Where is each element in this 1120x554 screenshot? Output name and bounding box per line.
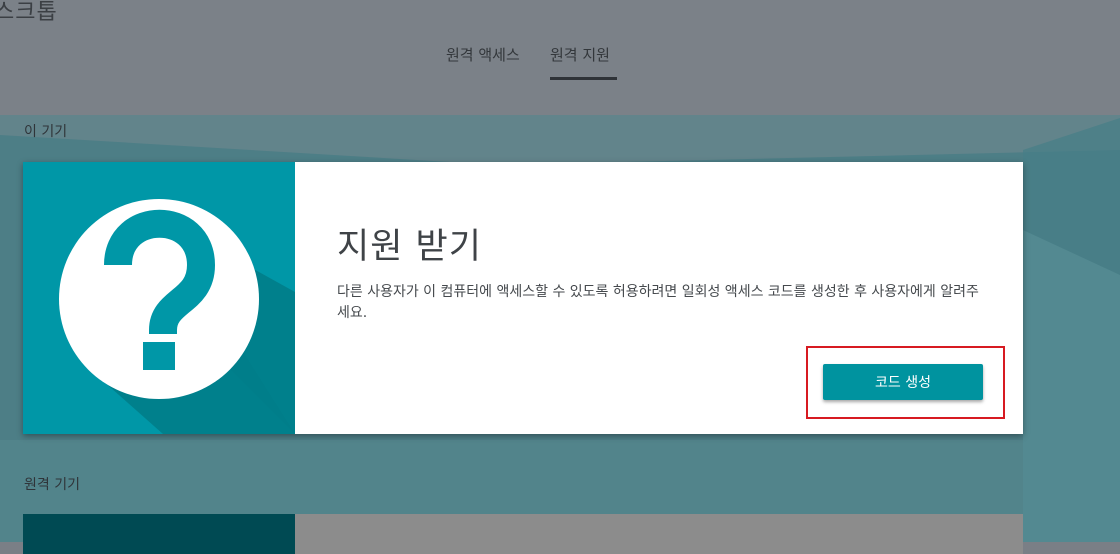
card-art xyxy=(23,162,295,434)
card-description: 다른 사용자가 이 컴퓨터에 액세스할 수 있도록 허용하려면 일회성 액세스 … xyxy=(337,284,979,321)
section-label-remote-devices: 원격 기기 xyxy=(24,477,80,493)
tab-remote-access[interactable]: 원격 액세스 xyxy=(446,44,520,65)
active-tab-indicator xyxy=(550,77,617,80)
generate-code-button[interactable]: 코드 생성 xyxy=(823,364,983,400)
tab-bar: 원격 액세스 원격 지원 xyxy=(0,44,1120,84)
help-question-icon xyxy=(59,199,295,434)
card-title: 지원 받기 xyxy=(337,227,482,267)
remote-device-card xyxy=(23,514,1023,554)
remote-device-card-art xyxy=(23,514,295,554)
section-label-this-device: 이 기기 xyxy=(24,124,68,140)
support-card: 지원 받기 다른 사용자가 이 컴퓨터에 액세스할 수 있도록 허용하려면 일회… xyxy=(23,162,1023,434)
tab-remote-support[interactable]: 원격 지원 xyxy=(550,44,610,65)
app-title: 스크톱 xyxy=(0,0,58,25)
